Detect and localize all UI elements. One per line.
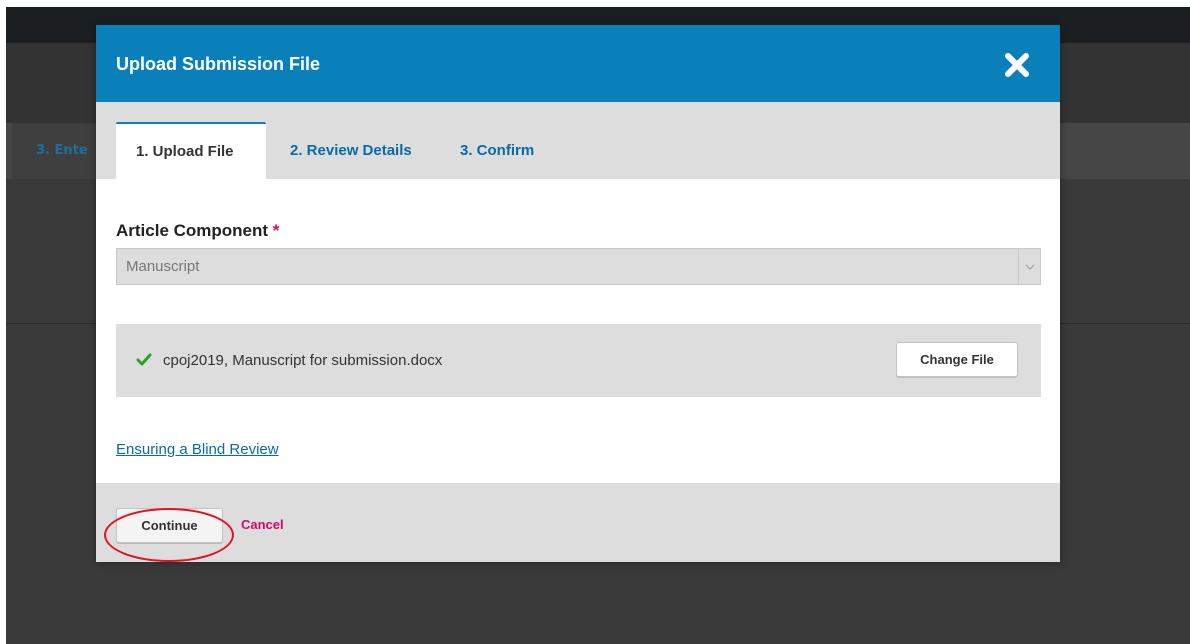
background-tab-enter: 3. Ente [12,123,102,179]
cancel-link[interactable]: Cancel [241,517,284,532]
uploaded-file-name: cpoj2019, Manuscript for submission.docx [163,352,443,369]
background-tab-label: 3. Ente [36,143,88,158]
uploaded-file-panel: cpoj2019, Manuscript for submission.docx… [116,324,1041,397]
close-icon [1005,53,1029,77]
chevron-down-icon [1018,249,1040,284]
required-marker: * [272,221,280,240]
tab-upload-file[interactable]: 1. Upload File [116,122,266,179]
modal-title: Upload Submission File [116,54,321,74]
change-file-button[interactable]: Change File [896,342,1018,377]
continue-button[interactable]: Continue [116,508,223,543]
check-icon [136,352,152,371]
blind-review-link[interactable]: Ensuring a Blind Review [116,441,279,458]
article-component-value: Manuscript [126,258,200,275]
tab-review-details[interactable]: 2. Review Details [270,122,432,179]
article-component-select[interactable]: Manuscript [116,248,1041,285]
modal-tab-bar: 1. Upload File 2. Review Details 3. Conf… [96,102,1060,179]
article-component-label-text: Article Component [116,221,269,240]
tab-confirm[interactable]: 3. Confirm [440,122,554,179]
close-button[interactable] [1001,49,1033,81]
modal-header: Upload Submission File [96,25,1060,102]
article-component-label: Article Component * [116,221,279,241]
upload-submission-modal: Upload Submission File 1. Upload File 2.… [96,25,1060,562]
modal-footer: Continue Cancel [96,483,1060,562]
